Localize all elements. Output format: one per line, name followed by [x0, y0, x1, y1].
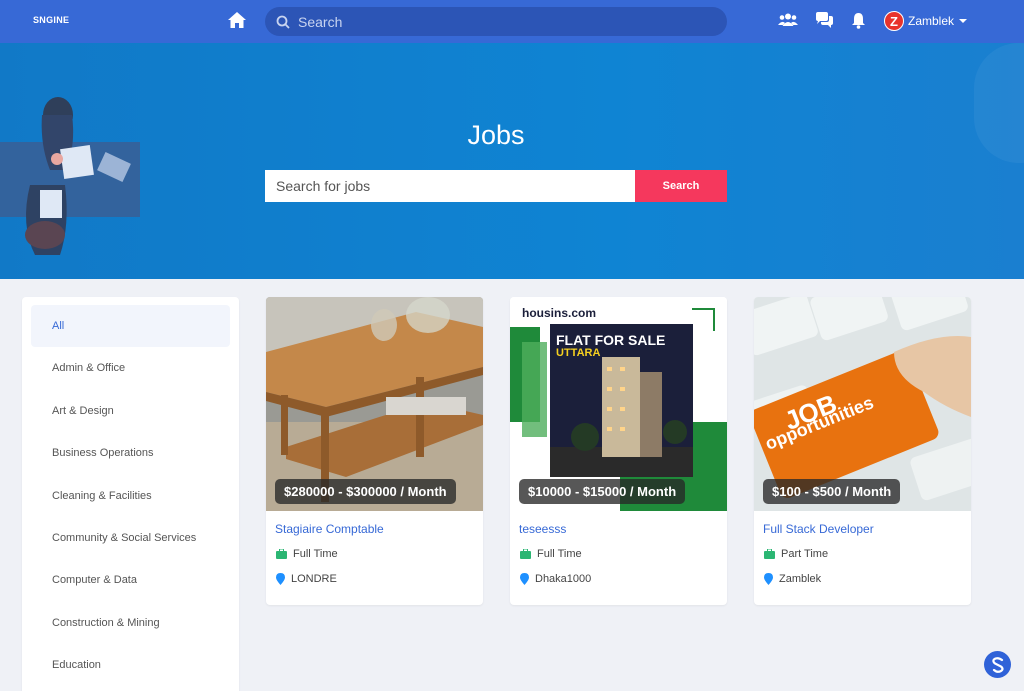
job-location-label: LONDRE	[291, 573, 337, 585]
category-art-design[interactable]: Art & Design	[31, 390, 230, 432]
category-all[interactable]: All	[31, 305, 230, 348]
job-location-label: Dhaka1000	[535, 573, 592, 585]
page-title: Jobs	[467, 120, 525, 150]
caret-down-icon	[959, 19, 968, 23]
job-type: Full Time	[276, 548, 338, 560]
job-type: Part Time	[764, 548, 828, 560]
location-pin-icon	[276, 573, 285, 585]
job-title[interactable]: teseesss	[519, 522, 566, 536]
jobs-search-button[interactable]: Search	[635, 170, 727, 202]
category-construction-mining[interactable]: Construction & Mining	[31, 602, 230, 644]
job-card[interactable]: housins.com FLAT FOR SALE UTTARA $10000 …	[510, 297, 727, 605]
job-card[interactable]: $280000 - $300000 / Month Stagiaire Comp…	[266, 297, 483, 605]
job-title[interactable]: Full Stack Developer	[763, 522, 874, 536]
home-icon[interactable]	[227, 11, 247, 31]
global-search-bar[interactable]	[265, 7, 727, 36]
support-chat-button[interactable]	[984, 651, 1011, 678]
messages-icon[interactable]	[815, 12, 834, 34]
category-cleaning-facilities[interactable]: Cleaning & Facilities	[31, 475, 230, 517]
search-icon	[276, 15, 290, 29]
briefcase-icon	[520, 549, 531, 559]
location-pin-icon	[520, 573, 529, 585]
category-business-operations[interactable]: Business Operations	[31, 432, 230, 474]
job-type: Full Time	[520, 548, 582, 560]
location-pin-icon	[764, 573, 773, 585]
flat-sale-subline: UTTARA	[556, 347, 601, 359]
job-location: Dhaka1000	[520, 573, 591, 585]
flat-sale-headline: FLAT FOR SALE	[556, 332, 666, 348]
briefcase-icon	[276, 549, 287, 559]
avatar: Z	[884, 11, 904, 31]
job-location: Zamblek	[764, 573, 821, 585]
global-search-input[interactable]	[298, 13, 698, 30]
notifications-icon[interactable]	[851, 12, 866, 34]
job-price: $280000 - $300000 / Month	[275, 479, 456, 504]
category-admin-office[interactable]: Admin & Office	[31, 347, 230, 389]
friends-icon[interactable]	[778, 12, 798, 33]
job-location-label: Zamblek	[779, 573, 822, 585]
job-image[interactable]: JOB opportunities $100 - $500 / Month	[754, 297, 971, 511]
job-image[interactable]: $280000 - $300000 / Month	[266, 297, 483, 511]
job-card[interactable]: JOB opportunities $100 - $500 / Month Fu…	[754, 297, 971, 605]
jobs-hero: Jobs Search	[0, 43, 1024, 279]
category-community-social-services[interactable]: Community & Social Services	[31, 517, 230, 559]
user-menu[interactable]: Z Zamblek	[884, 10, 968, 32]
site-logo[interactable]: SNGINE	[33, 15, 69, 25]
category-computer-data[interactable]: Computer & Data	[31, 559, 230, 601]
categories-sidebar: All Admin & Office Art & Design Business…	[22, 297, 239, 691]
job-type-label: Full Time	[293, 548, 338, 560]
chat-logo-icon	[991, 656, 1004, 673]
housins-logo: housins.com	[522, 306, 597, 320]
job-price: $100 - $500 / Month	[763, 479, 901, 504]
job-title[interactable]: Stagiaire Comptable	[275, 522, 384, 536]
jobs-search-input[interactable]	[265, 170, 635, 202]
job-type-label: Part Time	[781, 548, 829, 560]
top-navbar: SNGINE Z Zamblek	[0, 0, 1024, 43]
job-type-label: Full Time	[537, 548, 582, 560]
job-price: $10000 - $15000 / Month	[519, 479, 686, 504]
briefcase-icon	[764, 549, 775, 559]
jobs-search-form: Search	[265, 170, 727, 202]
user-name: Zamblek	[908, 14, 955, 28]
job-location: LONDRE	[276, 573, 337, 585]
category-education[interactable]: Education	[31, 644, 230, 686]
job-image[interactable]: housins.com FLAT FOR SALE UTTARA $10000 …	[510, 297, 727, 511]
